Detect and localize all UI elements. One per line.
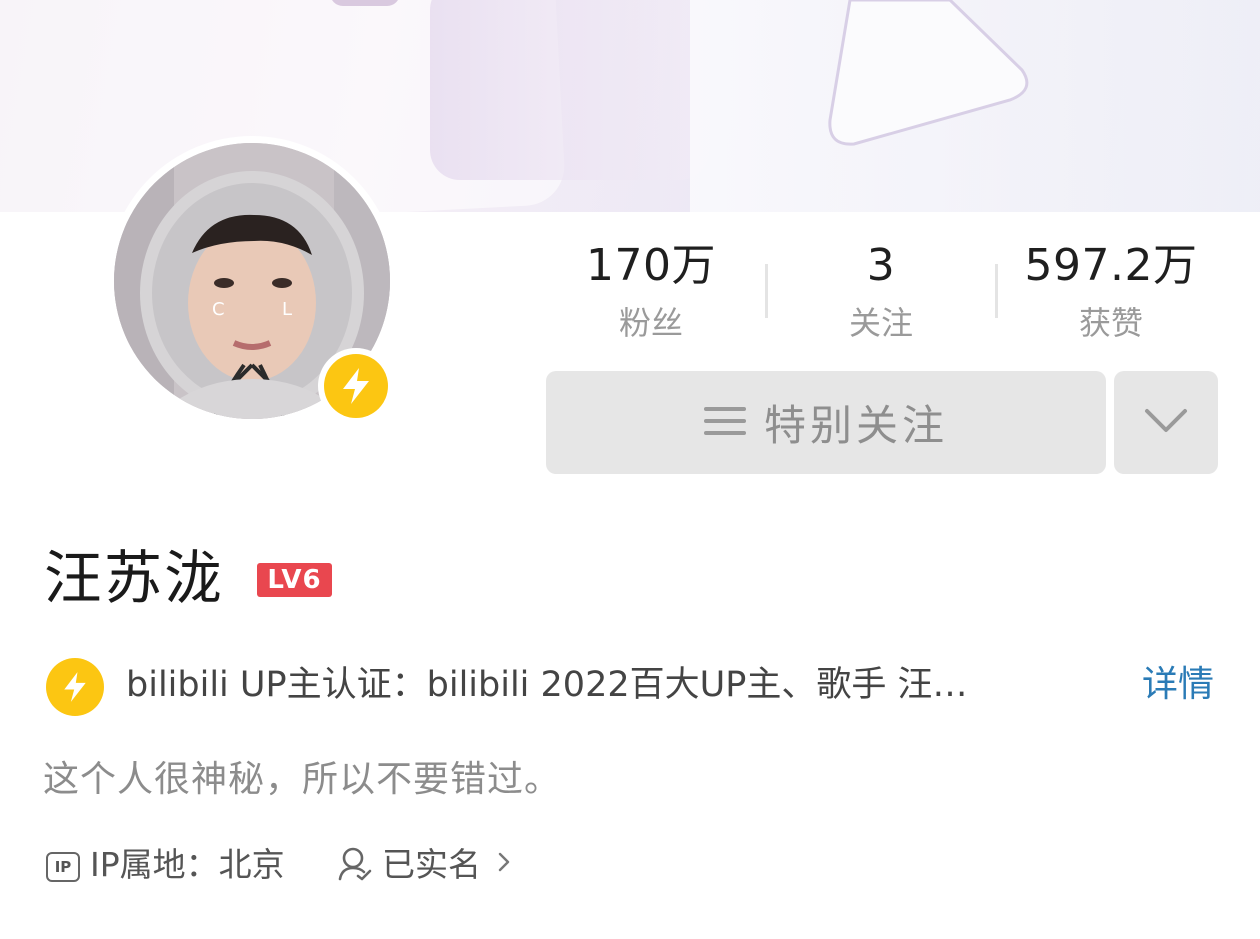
follow-options-button[interactable] bbox=[1114, 371, 1218, 474]
realname-link[interactable]: 已实名 bbox=[382, 840, 481, 890]
stat-following[interactable]: 3 关注 bbox=[781, 238, 981, 348]
stat-divider bbox=[995, 264, 998, 318]
profile-name: 汪苏泷 bbox=[44, 544, 225, 612]
ip-icon: IP bbox=[46, 852, 80, 882]
list-icon bbox=[703, 405, 746, 441]
stat-followers[interactable]: 170万 粉丝 bbox=[551, 238, 751, 348]
lightning-icon bbox=[324, 354, 388, 418]
verified-badge bbox=[318, 348, 394, 424]
special-follow-label: 特别关注 bbox=[763, 401, 948, 450]
play-shape-decoration bbox=[828, 0, 1029, 146]
certification-row: bilibili UP主认证：bilibili 2022百大UP主、歌手 汪… … bbox=[46, 655, 1226, 716]
likes-count: 597.2万 bbox=[1024, 240, 1198, 291]
stat-divider bbox=[765, 264, 768, 318]
followers-count: 170万 bbox=[586, 240, 716, 291]
realname-icon bbox=[338, 846, 372, 886]
stat-likes[interactable]: 597.2万 获赞 bbox=[1011, 238, 1211, 348]
chevron-down-icon bbox=[1144, 408, 1188, 438]
lightning-icon bbox=[46, 658, 104, 716]
profile-bio: 这个人很神秘，所以不要错过。 bbox=[43, 759, 562, 800]
svg-text:L: L bbox=[282, 299, 292, 320]
svg-text:C: C bbox=[212, 299, 225, 320]
special-follow-button[interactable]: 特别关注 bbox=[546, 371, 1106, 474]
level-badge: LV6 bbox=[257, 563, 332, 597]
chevron-right-icon[interactable] bbox=[496, 842, 512, 886]
followers-label: 粉丝 bbox=[618, 304, 683, 342]
following-label: 关注 bbox=[848, 304, 913, 342]
certification-detail-link[interactable]: 详情 bbox=[1142, 660, 1214, 710]
ip-location: IP属地：北京 bbox=[90, 845, 285, 884]
likes-label: 获赞 bbox=[1078, 304, 1143, 342]
certification-text: bilibili UP主认证：bilibili 2022百大UP主、歌手 汪… bbox=[126, 665, 968, 705]
following-count: 3 bbox=[866, 240, 896, 291]
